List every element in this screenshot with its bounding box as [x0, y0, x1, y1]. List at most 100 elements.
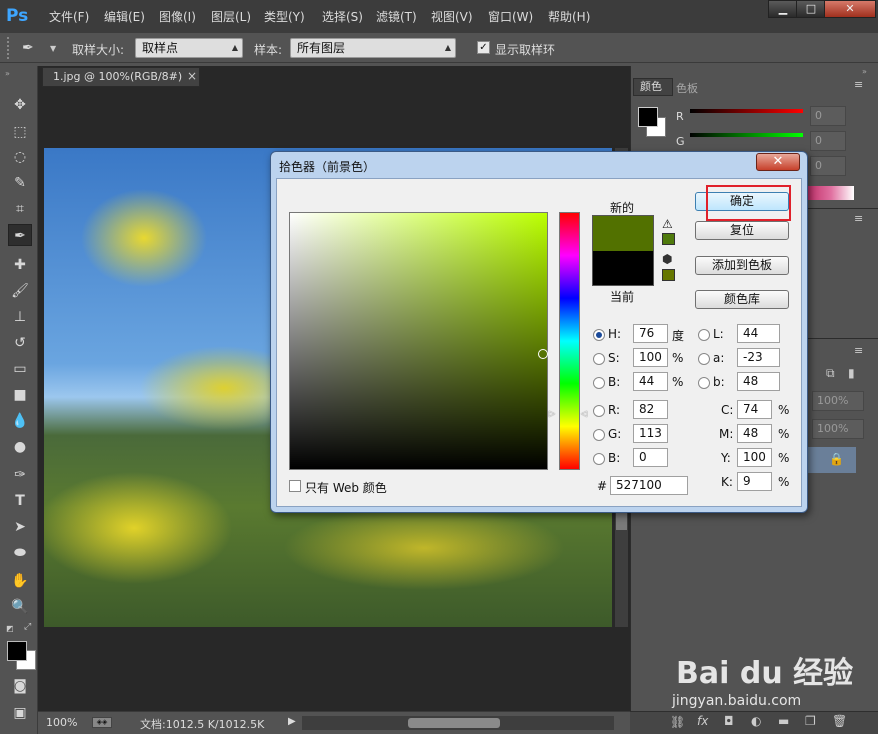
current-color-swatch[interactable]	[593, 251, 653, 285]
sample-size-select[interactable]: 取样点 ▲	[135, 38, 243, 58]
radio-green[interactable]	[593, 429, 605, 441]
hue-slider[interactable]	[559, 212, 580, 470]
crop-tool-icon[interactable]: ⌗	[8, 198, 32, 220]
menu-file[interactable]: 文件(F)	[49, 8, 89, 25]
move-tool-icon[interactable]: ✥	[8, 94, 32, 116]
toolbox-collapse-icon[interactable]: »	[5, 69, 10, 78]
brightness-input[interactable]: 44	[633, 372, 668, 391]
vertical-scroll-thumb[interactable]	[616, 510, 627, 530]
channel-g-slider[interactable]	[690, 133, 803, 137]
opacity-field[interactable]: 100%	[812, 391, 864, 411]
quick-mask-icon[interactable]: ◙	[8, 675, 32, 697]
tab-close-icon[interactable]: ×	[187, 69, 197, 83]
ellipse-tool-icon[interactable]: ⬬	[8, 542, 32, 564]
lasso-tool-icon[interactable]: ◌	[8, 146, 32, 168]
menu-help[interactable]: 帮助(H)	[548, 8, 590, 25]
reset-button[interactable]: 复位	[695, 221, 789, 240]
document-tab[interactable]: 1.jpg @ 100%(RGB/8#)	[42, 67, 200, 87]
color-ramp[interactable]	[808, 186, 854, 200]
panel-menu-icon[interactable]: ≡	[854, 78, 863, 91]
minimize-button[interactable]: ▁	[768, 0, 798, 18]
pen-tool-icon[interactable]: ✑	[8, 464, 32, 486]
default-colors-icon[interactable]: ◩	[6, 624, 14, 633]
menu-image[interactable]: 图像(I)	[159, 8, 196, 25]
hex-input[interactable]: 527100	[610, 476, 688, 495]
brush-tool-icon[interactable]: 🖌	[8, 280, 32, 302]
fx-icon[interactable]: fx	[697, 714, 708, 728]
quick-select-tool-icon[interactable]: ✎	[8, 172, 32, 194]
hand-tool-icon[interactable]: ✋	[8, 570, 32, 592]
status-info-icon[interactable]: ◈◈	[92, 717, 112, 728]
fill-field[interactable]: 100%	[812, 419, 864, 439]
type-tool-icon[interactable]: T	[8, 490, 32, 512]
history-brush-tool-icon[interactable]: ↺	[8, 332, 32, 354]
show-ring-checkbox[interactable]: ✓	[477, 41, 490, 54]
black-input[interactable]: 9	[737, 472, 772, 491]
radio-a[interactable]	[698, 353, 710, 365]
menu-edit[interactable]: 编辑(E)	[104, 8, 145, 25]
blue-input[interactable]: 0	[633, 448, 668, 467]
blur-tool-icon[interactable]: 💧	[8, 410, 32, 432]
filter-toggle-icon[interactable]: ▮	[848, 366, 855, 380]
sample-select[interactable]: 所有图层 ▲	[290, 38, 456, 58]
trash-icon[interactable]: 🗑	[832, 714, 847, 728]
web-safe-color-swatch[interactable]	[662, 269, 675, 281]
saturation-input[interactable]: 100	[633, 348, 668, 367]
eyedropper-preset-icon[interactable]: ✒	[22, 38, 44, 58]
path-select-tool-icon[interactable]: ➤	[8, 516, 32, 538]
web-colors-only-checkbox[interactable]	[289, 480, 301, 492]
hue-slider-right-arrow-icon[interactable]: ◁	[581, 409, 587, 418]
adjustment-layer-icon[interactable]: ◐	[751, 714, 761, 728]
add-to-swatches-button[interactable]: 添加到色板	[695, 256, 789, 275]
dodge-tool-icon[interactable]: ●	[8, 436, 32, 458]
red-input[interactable]: 82	[633, 400, 668, 419]
a-input[interactable]: -23	[737, 348, 780, 367]
foreground-color-swatch[interactable]	[7, 641, 27, 661]
menu-view[interactable]: 视图(V)	[431, 8, 473, 25]
color-field[interactable]	[289, 212, 548, 470]
radio-brightness[interactable]	[593, 377, 605, 389]
magenta-input[interactable]: 48	[737, 424, 772, 443]
close-window-button[interactable]: ✕	[824, 0, 876, 18]
group-folder-icon[interactable]: ▬	[778, 714, 789, 728]
out-of-gamut-warning-icon[interactable]: ⚠	[662, 217, 673, 231]
menu-window[interactable]: 窗口(W)	[488, 8, 533, 25]
channel-r-slider[interactable]	[690, 109, 803, 113]
hue-input[interactable]: 76	[633, 324, 668, 343]
radio-blue[interactable]	[593, 453, 605, 465]
eyedropper-tool-icon[interactable]: ✒	[8, 224, 32, 246]
panel-collapse-icon[interactable]: »	[862, 67, 867, 76]
lightness-input[interactable]: 44	[737, 324, 780, 343]
screen-mode-icon[interactable]: ▣	[8, 702, 32, 724]
chevron-down-icon[interactable]: ▼	[50, 44, 56, 53]
menu-layer[interactable]: 图层(L)	[211, 8, 251, 25]
radio-lightness[interactable]	[698, 329, 710, 341]
gamut-color-swatch[interactable]	[662, 233, 675, 245]
horizontal-scroll-thumb[interactable]	[408, 718, 500, 728]
dialog-close-button[interactable]: ✕	[756, 153, 800, 171]
gradient-tool-icon[interactable]: ■	[8, 384, 32, 406]
zoom-level[interactable]: 100%	[46, 716, 77, 729]
swap-colors-icon[interactable]: ⤢	[24, 622, 31, 632]
lock-position-icon[interactable]: ⧉	[826, 366, 835, 381]
menu-type[interactable]: 类型(Y)	[264, 8, 305, 25]
zoom-tool-icon[interactable]: 🔍	[8, 596, 32, 618]
yellow-input[interactable]: 100	[737, 448, 772, 467]
menu-select[interactable]: 选择(S)	[322, 8, 363, 25]
marquee-tool-icon[interactable]: ⬚	[8, 121, 32, 143]
radio-saturation[interactable]	[593, 353, 605, 365]
panel-menu-icon-2[interactable]: ≡	[854, 212, 863, 225]
color-field-marker[interactable]	[538, 349, 548, 359]
b-lab-input[interactable]: 48	[737, 372, 780, 391]
panel-fg-swatch[interactable]	[638, 107, 658, 127]
new-layer-icon[interactable]: ❐	[805, 714, 816, 728]
radio-red[interactable]	[593, 405, 605, 417]
radio-hue[interactable]	[593, 329, 605, 341]
link-layers-icon[interactable]: ⛓	[670, 715, 685, 729]
eraser-tool-icon[interactable]: ▭	[8, 358, 32, 380]
web-safe-cube-icon[interactable]: ⬢	[662, 252, 672, 266]
restore-button[interactable]: □	[796, 0, 826, 18]
radio-b-lab[interactable]	[698, 377, 710, 389]
green-input[interactable]: 113	[633, 424, 668, 443]
channel-b-value[interactable]: 0	[810, 156, 846, 176]
